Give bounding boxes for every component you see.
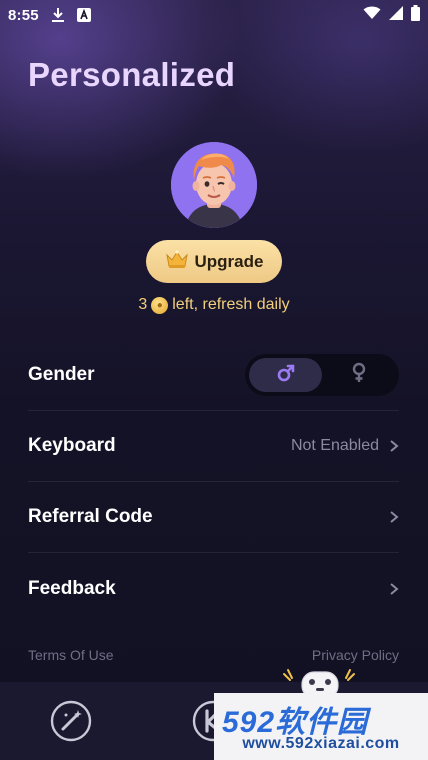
upgrade-button[interactable]: Upgrade [146, 240, 282, 283]
avatar[interactable] [171, 142, 257, 228]
wifi-icon [363, 6, 381, 24]
referral-label: Referral Code [28, 506, 153, 527]
battery-icon [411, 5, 420, 25]
avatar-cartoon-icon [171, 142, 257, 228]
keyboard-label: Keyboard [28, 435, 116, 456]
gender-male-option[interactable] [249, 358, 322, 392]
chevron-right-icon [389, 582, 399, 596]
status-time: 8:55 [8, 6, 39, 24]
settings-list: Gender Keyboard Not Enabled Referral Cod… [28, 340, 399, 624]
footer-links: Terms Of Use Privacy Policy [28, 647, 399, 663]
chevron-right-icon [389, 510, 399, 524]
feedback-right [389, 582, 399, 596]
feedback-label: Feedback [28, 577, 116, 599]
status-right-icons [363, 5, 420, 25]
signal-icon [389, 6, 403, 24]
page-title: Personalized [28, 56, 236, 93]
download-icon [51, 7, 65, 23]
credits-line: 3 ● left, refresh daily [0, 296, 428, 314]
coin-icon: ● [151, 296, 169, 314]
gender-label: Gender [28, 364, 95, 385]
keyboard-right: Not Enabled [291, 437, 399, 455]
female-icon [350, 362, 368, 389]
magic-wand-icon[interactable] [50, 700, 92, 742]
gender-row: Gender [28, 340, 399, 411]
upgrade-label: Upgrade [194, 251, 264, 271]
privacy-policy-link[interactable]: Privacy Policy [312, 647, 399, 663]
status-bar: 8:55 [0, 0, 428, 30]
keyboard-row[interactable]: Keyboard Not Enabled [28, 411, 399, 482]
a-box-icon [76, 8, 91, 22]
feedback-row[interactable]: Feedback [28, 553, 399, 624]
male-icon [276, 363, 296, 388]
crown-icon [165, 249, 189, 274]
keyboard-status: Not Enabled [290, 437, 379, 454]
referral-row[interactable]: Referral Code [28, 482, 399, 553]
chevron-right-icon [389, 439, 399, 453]
gender-toggle[interactable] [245, 354, 399, 396]
credits-suffix: left, refresh daily [172, 296, 290, 313]
referral-right [389, 510, 399, 524]
gender-female-option[interactable] [322, 358, 395, 392]
watermark: 592软件园 www.592xiazai.com [214, 693, 428, 760]
watermark-url: www.592xiazai.com [242, 735, 400, 752]
terms-of-use-link[interactable]: Terms Of Use [28, 647, 114, 663]
credits-count: 3 [138, 296, 148, 313]
